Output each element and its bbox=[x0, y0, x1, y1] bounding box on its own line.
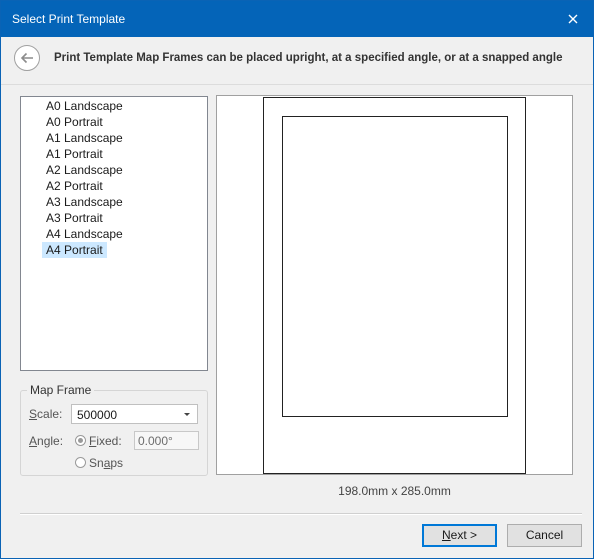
list-item-selected[interactable]: A4 Portrait bbox=[42, 242, 107, 258]
window-title: Select Print Template bbox=[12, 12, 126, 26]
angle-label: Angle: bbox=[29, 434, 64, 448]
template-list[interactable]: A0 Landscape A0 Portrait A1 Landscape A1… bbox=[20, 96, 208, 371]
list-item[interactable]: A0 Landscape bbox=[42, 98, 127, 114]
list-item[interactable]: A3 Portrait bbox=[42, 210, 107, 226]
back-button[interactable] bbox=[14, 45, 40, 71]
fixed-label: Fixed: bbox=[89, 434, 122, 448]
page-dimensions: 198.0mm x 285.0mm bbox=[338, 484, 451, 498]
footer-separator bbox=[20, 513, 582, 515]
close-icon bbox=[568, 14, 578, 24]
page-outline bbox=[263, 97, 526, 474]
scale-value: 500000 bbox=[77, 408, 118, 422]
instruction-text: Print Template Map Frames can be placed … bbox=[54, 52, 563, 64]
list-item[interactable]: A1 Landscape bbox=[42, 130, 127, 146]
list-item[interactable]: A2 Landscape bbox=[42, 162, 127, 178]
list-item[interactable]: A4 Landscape bbox=[42, 226, 127, 242]
list-item[interactable]: A2 Portrait bbox=[42, 178, 107, 194]
fixed-radio[interactable] bbox=[75, 435, 86, 446]
template-preview bbox=[216, 95, 573, 475]
list-item[interactable]: A3 Landscape bbox=[42, 194, 127, 210]
instruction-header: Print Template Map Frames can be placed … bbox=[1, 37, 593, 85]
cancel-button[interactable]: Cancel bbox=[507, 524, 582, 547]
select-print-template-dialog: Select Print Template Print Template Map… bbox=[0, 0, 594, 559]
map-frame-outline bbox=[282, 116, 508, 417]
angle-field[interactable]: 0.000° bbox=[134, 431, 199, 450]
scale-dropdown[interactable]: 500000 bbox=[71, 404, 198, 424]
back-arrow-icon bbox=[20, 52, 33, 64]
scale-label: Scale: bbox=[29, 407, 63, 421]
close-button[interactable] bbox=[553, 1, 593, 37]
next-button[interactable]: Next > bbox=[422, 524, 497, 547]
map-frame-group-label: Map Frame bbox=[27, 383, 95, 397]
chevron-down-icon bbox=[184, 413, 190, 416]
title-bar[interactable]: Select Print Template bbox=[1, 1, 593, 37]
snaps-radio[interactable] bbox=[75, 457, 86, 468]
list-item[interactable]: A0 Portrait bbox=[42, 114, 107, 130]
list-item[interactable]: A1 Portrait bbox=[42, 146, 107, 162]
snaps-label: Snaps bbox=[89, 456, 124, 470]
